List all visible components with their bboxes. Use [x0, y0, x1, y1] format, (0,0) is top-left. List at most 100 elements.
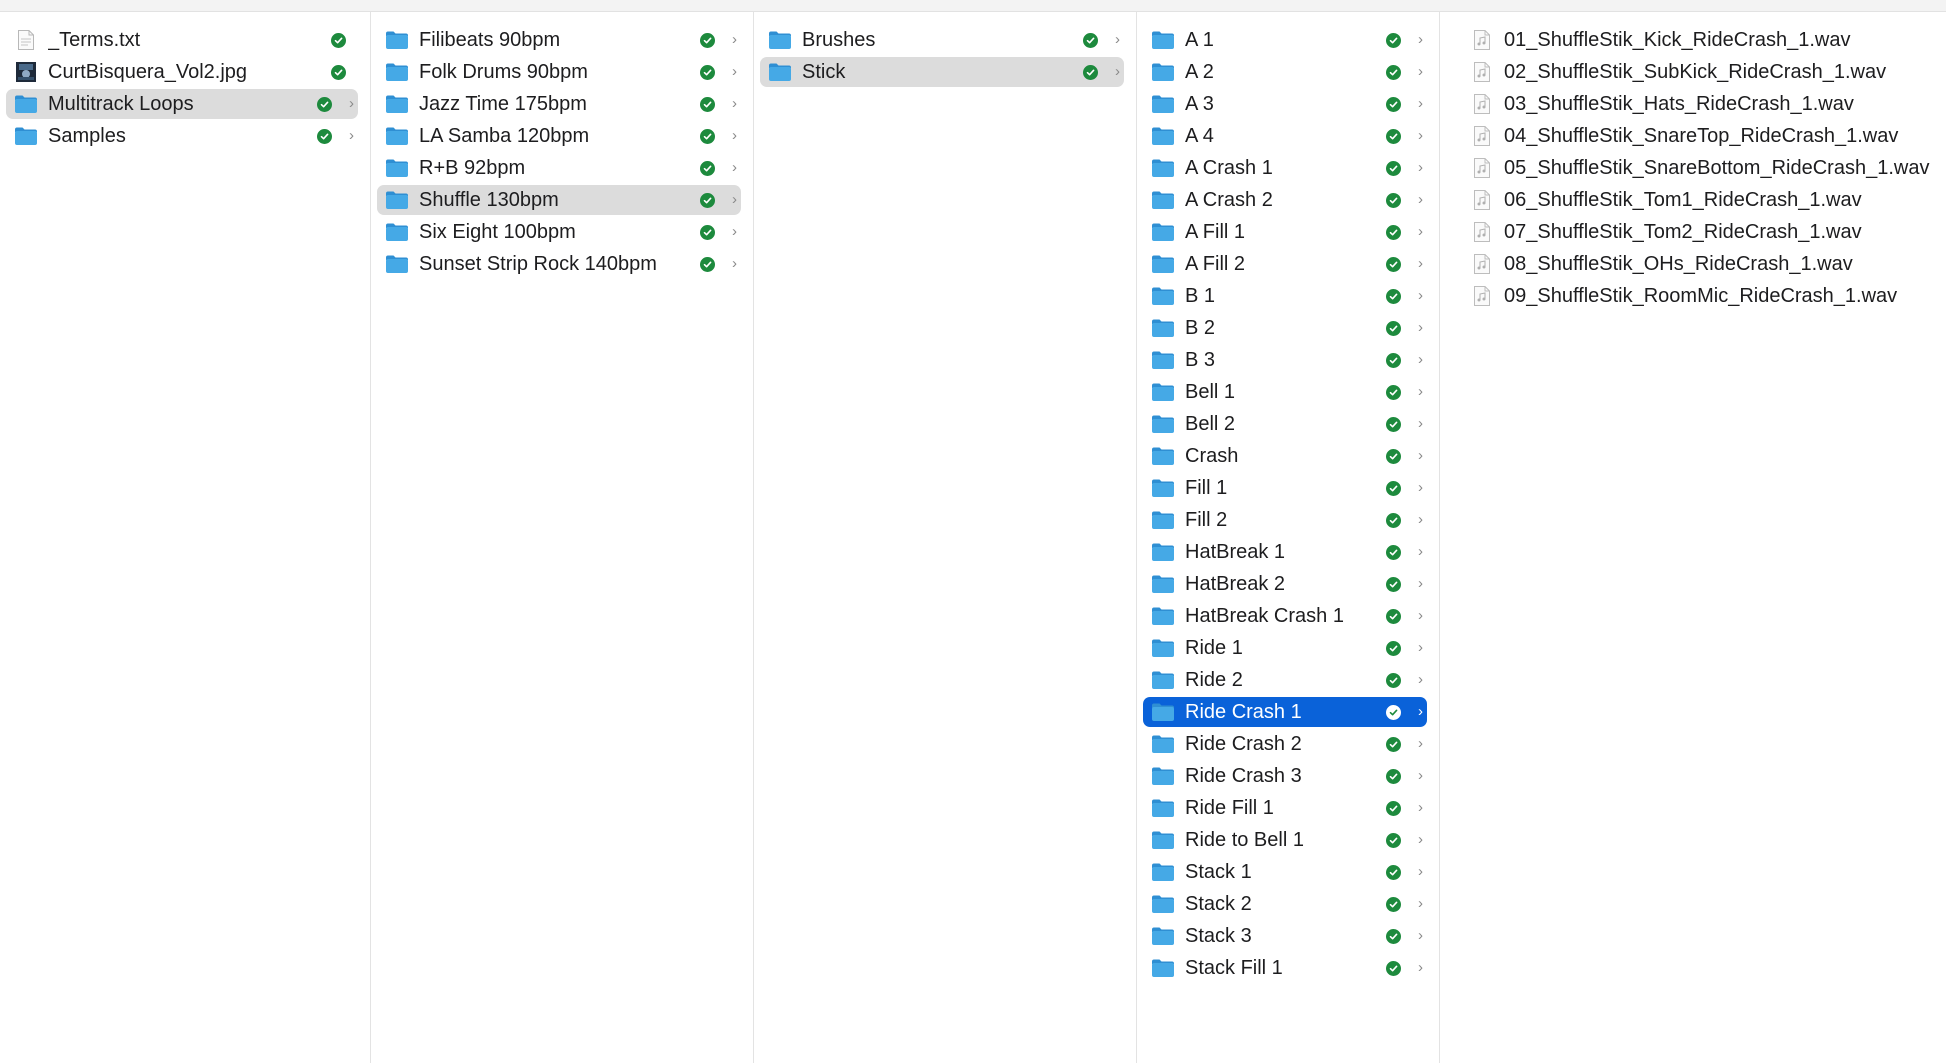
- list-item-ride-fill-1[interactable]: Ride Fill 1 ›: [1143, 793, 1427, 823]
- list-item-09-shufflestik-roommic-ridecrash-1-wav[interactable]: 09_ShuffleStik_RoomMic_RideCrash_1.wav: [1462, 281, 1934, 311]
- folder-icon: [385, 125, 409, 147]
- list-item-folk-drums-90bpm[interactable]: Folk Drums 90bpm ›: [377, 57, 741, 87]
- synced-check-icon: [1386, 161, 1401, 176]
- list-item-stick[interactable]: Stick ›: [760, 57, 1124, 87]
- list-item-ride-crash-2[interactable]: Ride Crash 2 ›: [1143, 729, 1427, 759]
- list-item-ride-crash-1[interactable]: Ride Crash 1 ›: [1143, 697, 1427, 727]
- synced-check-icon: [1386, 129, 1401, 144]
- folder-icon: [1151, 93, 1175, 115]
- chevron-right-icon: ›: [1418, 127, 1423, 144]
- list-item-ride-to-bell-1[interactable]: Ride to Bell 1 ›: [1143, 825, 1427, 855]
- synced-check-icon: [1386, 801, 1401, 816]
- synced-check-icon: [331, 65, 346, 80]
- item-label: Folk Drums 90bpm: [419, 61, 588, 83]
- list-item-shuffle-130bpm[interactable]: Shuffle 130bpm ›: [377, 185, 741, 215]
- list-item-02-shufflestik-subkick-ridecrash-1-wav[interactable]: 02_ShuffleStik_SubKick_RideCrash_1.wav: [1462, 57, 1934, 87]
- list-item-ride-2[interactable]: Ride 2 ›: [1143, 665, 1427, 695]
- column-stick[interactable]: A 1 › A 2 › A 3 › A 4 › A Crash 1 › A Crash 2 › A Fi…: [1137, 12, 1440, 1063]
- column-multitrack-loops[interactable]: Filibeats 90bpm › Folk Drums 90bpm › Jazz Ti…: [371, 12, 754, 1063]
- list-item-06-shufflestik-tom1-ridecrash-1-wav[interactable]: 06_ShuffleStik_Tom1_RideCrash_1.wav: [1462, 185, 1934, 215]
- list-item-brushes[interactable]: Brushes ›: [760, 25, 1124, 55]
- synced-check-icon: [1386, 897, 1401, 912]
- list-item-ride-crash-3[interactable]: Ride Crash 3 ›: [1143, 761, 1427, 791]
- list-item-a-crash-2[interactable]: A Crash 2 ›: [1143, 185, 1427, 215]
- list-item-04-shufflestik-snaretop-ridecrash-1-wav[interactable]: 04_ShuffleStik_SnareTop_RideCrash_1.wav: [1462, 121, 1934, 151]
- list-item-b-1[interactable]: B 1 ›: [1143, 281, 1427, 311]
- list-item-curtbisquera-vol2-jpg[interactable]: CurtBisquera_Vol2.jpg: [6, 57, 358, 87]
- item-label: 08_ShuffleStik_OHs_RideCrash_1.wav: [1504, 253, 1853, 275]
- chevron-right-icon: ›: [732, 159, 737, 176]
- chevron-right-icon: ›: [1418, 319, 1423, 336]
- chevron-right-icon: ›: [1418, 383, 1423, 400]
- synced-check-icon: [1386, 513, 1401, 528]
- column-ride-crash-1[interactable]: 01_ShuffleStik_Kick_RideCrash_1.wav 02_Sh…: [1440, 12, 1946, 1063]
- list-item-a-fill-2[interactable]: A Fill 2 ›: [1143, 249, 1427, 279]
- folder-icon: [1151, 61, 1175, 83]
- synced-check-icon: [1386, 481, 1401, 496]
- list-item-07-shufflestik-tom2-ridecrash-1-wav[interactable]: 07_ShuffleStik_Tom2_RideCrash_1.wav: [1462, 217, 1934, 247]
- audio-file-icon: [1470, 253, 1494, 275]
- item-label: R+B 92bpm: [419, 157, 526, 179]
- item-label: Multitrack Loops: [48, 93, 194, 115]
- list-item-a-3[interactable]: A 3 ›: [1143, 89, 1427, 119]
- synced-check-icon: [1386, 97, 1401, 112]
- list-item-fill-1[interactable]: Fill 1 ›: [1143, 473, 1427, 503]
- window-top-edge: [0, 0, 1946, 12]
- synced-check-icon: [1386, 385, 1401, 400]
- finder-column-browser: _Terms.txt CurtBisquera_Vol2.jpg Multitrac…: [0, 12, 1946, 1063]
- list-item-03-shufflestik-hats-ridecrash-1-wav[interactable]: 03_ShuffleStik_Hats_RideCrash_1.wav: [1462, 89, 1934, 119]
- synced-check-icon: [700, 65, 715, 80]
- chevron-right-icon: ›: [349, 127, 354, 144]
- list-item-a-fill-1[interactable]: A Fill 1 ›: [1143, 217, 1427, 247]
- folder-icon: [1151, 957, 1175, 979]
- item-label: 05_ShuffleStik_SnareBottom_RideCrash_1.w…: [1504, 157, 1930, 179]
- list-item-hatbreak-1[interactable]: HatBreak 1 ›: [1143, 537, 1427, 567]
- list-item-stack-2[interactable]: Stack 2 ›: [1143, 889, 1427, 919]
- list-item-b-3[interactable]: B 3 ›: [1143, 345, 1427, 375]
- list-item-hatbreak-2[interactable]: HatBreak 2 ›: [1143, 569, 1427, 599]
- chevron-right-icon: ›: [732, 223, 737, 240]
- list-item-terms-txt[interactable]: _Terms.txt: [6, 25, 358, 55]
- list-item-01-shufflestik-kick-ridecrash-1-wav[interactable]: 01_ShuffleStik_Kick_RideCrash_1.wav: [1462, 25, 1934, 55]
- list-item-b-2[interactable]: B 2 ›: [1143, 313, 1427, 343]
- list-item-fill-2[interactable]: Fill 2 ›: [1143, 505, 1427, 535]
- list-item-hatbreak-crash-1[interactable]: HatBreak Crash 1 ›: [1143, 601, 1427, 631]
- list-item-a-4[interactable]: A 4 ›: [1143, 121, 1427, 151]
- column-shuffle-130bpm[interactable]: Brushes › Stick ›: [754, 12, 1137, 1063]
- folder-icon: [1151, 157, 1175, 179]
- synced-check-icon: [317, 129, 332, 144]
- list-item-05-shufflestik-snarebottom-ridecrash-1-wav[interactable]: 05_ShuffleStik_SnareBottom_RideCrash_1.w…: [1462, 153, 1934, 183]
- list-item-r-b-92bpm[interactable]: R+B 92bpm ›: [377, 153, 741, 183]
- folder-icon: [1151, 189, 1175, 211]
- list-item-stack-1[interactable]: Stack 1 ›: [1143, 857, 1427, 887]
- chevron-right-icon: ›: [1418, 95, 1423, 112]
- synced-check-icon: [331, 33, 346, 48]
- list-item-multitrack-loops[interactable]: Multitrack Loops ›: [6, 89, 358, 119]
- list-item-a-2[interactable]: A 2 ›: [1143, 57, 1427, 87]
- list-item-filibeats-90bpm[interactable]: Filibeats 90bpm ›: [377, 25, 741, 55]
- folder-icon: [1151, 541, 1175, 563]
- list-item-sunset-strip-rock-140bpm[interactable]: Sunset Strip Rock 140bpm ›: [377, 249, 741, 279]
- list-item-08-shufflestik-ohs-ridecrash-1-wav[interactable]: 08_ShuffleStik_OHs_RideCrash_1.wav: [1462, 249, 1934, 279]
- list-item-stack-3[interactable]: Stack 3 ›: [1143, 921, 1427, 951]
- list-item-bell-2[interactable]: Bell 2 ›: [1143, 409, 1427, 439]
- chevron-right-icon: ›: [1418, 287, 1423, 304]
- chevron-right-icon: ›: [1418, 223, 1423, 240]
- list-item-crash[interactable]: Crash ›: [1143, 441, 1427, 471]
- synced-check-icon: [700, 97, 715, 112]
- list-item-samples[interactable]: Samples ›: [6, 121, 358, 151]
- list-item-jazz-time-175bpm[interactable]: Jazz Time 175bpm ›: [377, 89, 741, 119]
- synced-check-icon: [1386, 193, 1401, 208]
- folder-icon: [1151, 797, 1175, 819]
- list-item-bell-1[interactable]: Bell 1 ›: [1143, 377, 1427, 407]
- column-root[interactable]: _Terms.txt CurtBisquera_Vol2.jpg Multitrac…: [0, 12, 371, 1063]
- list-item-six-eight-100bpm[interactable]: Six Eight 100bpm ›: [377, 217, 741, 247]
- list-item-a-1[interactable]: A 1 ›: [1143, 25, 1427, 55]
- item-label: Sunset Strip Rock 140bpm: [419, 253, 657, 275]
- folder-icon: [1151, 829, 1175, 851]
- list-item-stack-fill-1[interactable]: Stack Fill 1 ›: [1143, 953, 1427, 983]
- chevron-right-icon: ›: [1418, 735, 1423, 752]
- list-item-ride-1[interactable]: Ride 1 ›: [1143, 633, 1427, 663]
- list-item-a-crash-1[interactable]: A Crash 1 ›: [1143, 153, 1427, 183]
- list-item-la-samba-120bpm[interactable]: LA Samba 120bpm ›: [377, 121, 741, 151]
